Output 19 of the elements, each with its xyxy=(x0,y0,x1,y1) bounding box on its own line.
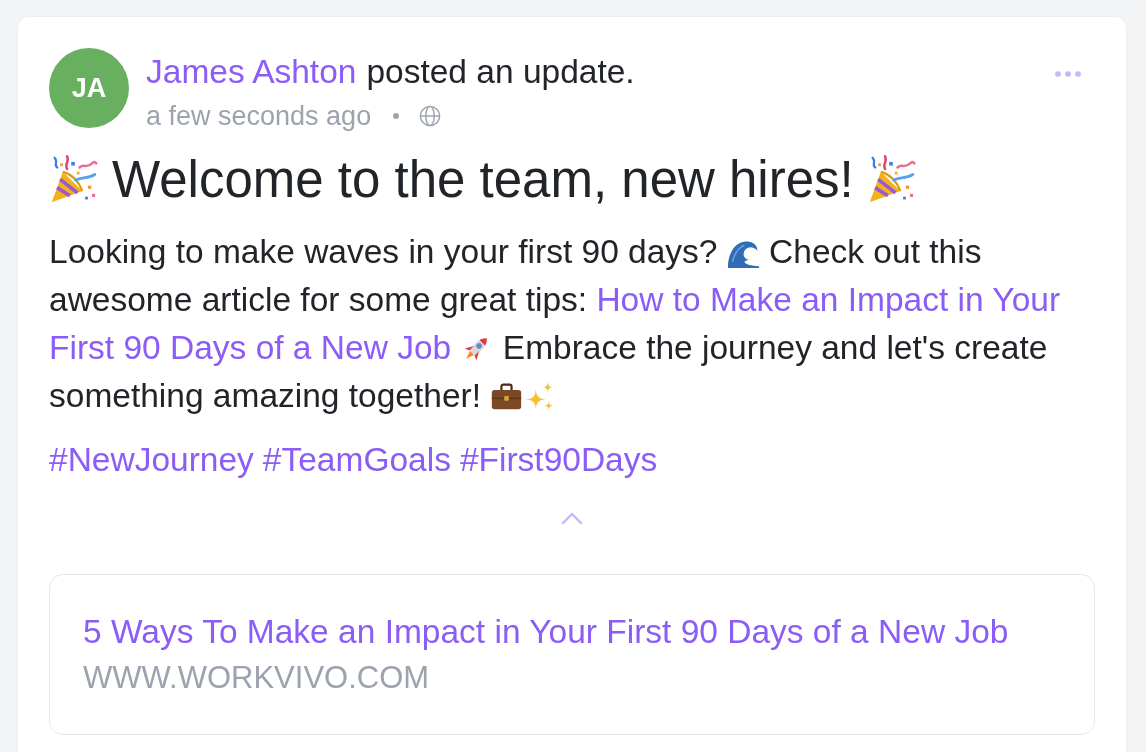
party-popper-icon xyxy=(49,155,99,205)
article-link[interactable]: How to Make an Impact in Your xyxy=(596,281,1061,318)
article-link[interactable]: First 90 Days of a New Job xyxy=(49,329,452,366)
hashtag-link[interactable]: #TeamGoals xyxy=(262,436,451,484)
ellipsis-icon xyxy=(1055,71,1081,77)
post-body: Looking to make waves in your first 90 days? Check out this awesome article for some great tips: How to Make an Impact in Your First 90 Days of a New Job Embrace the journey and let's create something amazing together! xyxy=(49,232,1062,416)
post-time: a few seconds ago xyxy=(146,100,372,133)
post-title: Welcome to the team, new hires! xyxy=(112,150,854,210)
preview-domain: WWW.WORKVIVO.COM xyxy=(83,659,431,697)
hashtag-link[interactable]: #NewJourney xyxy=(49,436,254,484)
hashtag-link[interactable]: #First90Days xyxy=(459,436,658,484)
post-action-text: posted an update. xyxy=(366,52,635,92)
preview-title-link[interactable]: 5 Ways To Make an Impact in Your First 90 Days of a New Job xyxy=(83,608,1009,656)
link-preview-card[interactable]: 5 Ways To Make an Impact in Your First 90 Days of a New Job WWW.WORKVIVO.COM xyxy=(49,574,1095,735)
globe-icon xyxy=(419,105,442,127)
author-avatar: JA xyxy=(49,48,129,128)
separator-dot-icon xyxy=(393,113,400,119)
author-link[interactable]: James Ashton xyxy=(146,48,357,96)
chevron-up-icon xyxy=(560,511,584,525)
